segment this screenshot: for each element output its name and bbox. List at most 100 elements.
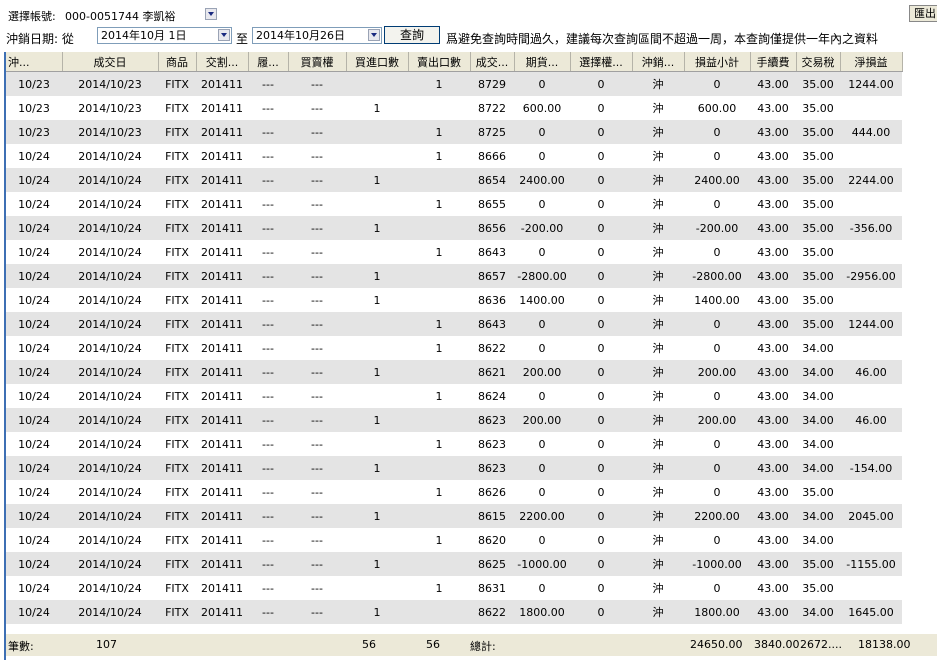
- table-cell: ---: [288, 384, 346, 408]
- table-cell: 2014/10/23: [62, 96, 158, 120]
- table-row[interactable]: 10/24 2014/10/24 FITX 201411 --- --- 1 8643 0 0 沖 0…: [6, 312, 902, 336]
- table-cell: ---: [248, 600, 288, 624]
- table-cell: 1800.00: [684, 600, 750, 624]
- query-button[interactable]: 查詢: [384, 26, 440, 44]
- table-cell: [346, 432, 408, 456]
- column-header[interactable]: 選擇權...: [570, 52, 633, 72]
- table-cell: 沖: [632, 264, 684, 288]
- column-header[interactable]: 商品: [158, 52, 197, 72]
- table-cell: 201411: [196, 552, 248, 576]
- table-cell: 10/24: [6, 552, 62, 576]
- column-header[interactable]: 淨損益: [840, 52, 903, 72]
- table-cell: ---: [248, 480, 288, 504]
- table-cell: 201411: [196, 384, 248, 408]
- table-row[interactable]: 10/23 2014/10/23 FITX 201411 --- --- 1 8722 600.…: [6, 96, 902, 120]
- table-cell: 8657: [470, 264, 514, 288]
- table-cell: [840, 96, 902, 120]
- table-cell: 8620: [470, 528, 514, 552]
- account-select[interactable]: 000-0051744 李凱裕: [65, 8, 175, 24]
- table-cell: [408, 96, 470, 120]
- column-header[interactable]: 買進口數: [346, 52, 409, 72]
- table-cell: [840, 288, 902, 312]
- table-cell: 43.00: [750, 144, 796, 168]
- table-cell: 沖: [632, 504, 684, 528]
- column-header[interactable]: 損益小計: [684, 52, 751, 72]
- table-cell: 1: [408, 240, 470, 264]
- table-cell: 2014/10/24: [62, 432, 158, 456]
- table-cell: 34.00: [796, 408, 840, 432]
- table-cell: [408, 552, 470, 576]
- date-from-picker[interactable]: 2014年10月 1日: [97, 27, 232, 44]
- table-cell: 2014/10/24: [62, 144, 158, 168]
- table-cell: 1400.00: [514, 288, 570, 312]
- table-row[interactable]: 10/24 2014/10/24 FITX 201411 --- --- 1 8666 0 0 沖 0…: [6, 144, 902, 168]
- table-cell: 35.00: [796, 552, 840, 576]
- table-row[interactable]: 10/24 2014/10/24 FITX 201411 --- --- 1 8623 0 0 沖 0…: [6, 432, 902, 456]
- table-cell: 0: [570, 264, 632, 288]
- column-header[interactable]: 買賣權: [288, 52, 347, 72]
- column-header[interactable]: 沖銷...: [632, 52, 685, 72]
- table-row[interactable]: 10/24 2014/10/24 FITX 201411 --- --- 1 8622 0 0 沖 0…: [6, 336, 902, 360]
- table-row[interactable]: 10/24 2014/10/24 FITX 201411 --- --- 1 8625 -100…: [6, 552, 902, 576]
- table-cell: ---: [248, 456, 288, 480]
- date-from-dropdown-button[interactable]: [218, 29, 230, 41]
- table-row[interactable]: 10/24 2014/10/24 FITX 201411 --- --- 1 8643 0 0 沖 0…: [6, 240, 902, 264]
- table-cell: 201411: [196, 312, 248, 336]
- table-row[interactable]: 10/24 2014/10/24 FITX 201411 --- --- 1 8656 -200…: [6, 216, 902, 240]
- table-cell: ---: [248, 240, 288, 264]
- column-header[interactable]: 沖...: [6, 52, 63, 72]
- table-row[interactable]: 10/24 2014/10/24 FITX 201411 --- --- 1 8626 0 0 沖 0…: [6, 480, 902, 504]
- table-cell: 1: [346, 288, 408, 312]
- table-row[interactable]: 10/24 2014/10/24 FITX 201411 --- --- 1 8620 0 0 沖 0…: [6, 528, 902, 552]
- table-row[interactable]: 10/24 2014/10/24 FITX 201411 --- --- 1 8624 0 0 沖 0…: [6, 384, 902, 408]
- table-cell: 43.00: [750, 360, 796, 384]
- table-cell: 10/24: [6, 576, 62, 600]
- column-header[interactable]: 成交...: [470, 52, 515, 72]
- table-cell: [840, 432, 902, 456]
- table-cell: -154.00: [840, 456, 902, 480]
- table-cell: ---: [248, 264, 288, 288]
- table-cell: 10/24: [6, 600, 62, 624]
- account-dropdown-button[interactable]: [205, 8, 217, 20]
- table-row[interactable]: 10/24 2014/10/24 FITX 201411 --- --- 1 8623 0 0 沖 0…: [6, 456, 902, 480]
- column-header[interactable]: 手續費: [750, 52, 797, 72]
- table-cell: -200.00: [684, 216, 750, 240]
- table-cell: 1800.00: [514, 600, 570, 624]
- table-cell: 1: [408, 312, 470, 336]
- table-cell: 201411: [196, 71, 248, 96]
- column-header[interactable]: 交易稅: [796, 52, 841, 72]
- table-row[interactable]: 10/24 2014/10/24 FITX 201411 --- --- 1 8621 200.…: [6, 360, 902, 384]
- table-row[interactable]: 10/24 2014/10/24 FITX 201411 --- --- 1 8615 2200…: [6, 504, 902, 528]
- table-cell: 43.00: [750, 216, 796, 240]
- column-header[interactable]: 交割...: [196, 52, 249, 72]
- table-row[interactable]: 10/24 2014/10/24 FITX 201411 --- --- 1 8631 0 0 沖 0…: [6, 576, 902, 600]
- column-header[interactable]: 期貨...: [514, 52, 571, 72]
- table-cell: 0: [570, 96, 632, 120]
- table-cell: 2014/10/24: [62, 528, 158, 552]
- table-cell: 0: [514, 576, 570, 600]
- trade-grid[interactable]: 沖... 成交日 商品 交割... 履... 買賣權 買進口數 賣出口數 成交... 期貨... 選…: [6, 52, 937, 632]
- table-cell: 34.00: [796, 360, 840, 384]
- date-to-picker[interactable]: 2014年10月26日: [252, 27, 382, 44]
- table-row[interactable]: 10/23 2014/10/23 FITX 201411 --- --- 1 8725 0 0 沖 0…: [6, 120, 902, 144]
- table-cell: 2200.00: [684, 504, 750, 528]
- table-cell: 8666: [470, 144, 514, 168]
- column-header[interactable]: 成交日: [62, 52, 159, 72]
- table-row[interactable]: 10/23 2014/10/23 FITX 201411 --- --- 1 8729 0 0 沖 0…: [6, 71, 902, 96]
- table-cell: 0: [570, 528, 632, 552]
- table-row[interactable]: 10/24 2014/10/24 FITX 201411 --- --- 1 8657 -280…: [6, 264, 902, 288]
- table-cell: ---: [288, 600, 346, 624]
- column-header[interactable]: 履...: [248, 52, 289, 72]
- table-cell: 1645.00: [840, 600, 902, 624]
- table-row[interactable]: 10/24 2014/10/24 FITX 201411 --- --- 1 8623 200.…: [6, 408, 902, 432]
- table-row[interactable]: 10/24 2014/10/24 FITX 201411 --- --- 1 8636 1400…: [6, 288, 902, 312]
- table-cell: 0: [570, 144, 632, 168]
- table-cell: 34.00: [796, 600, 840, 624]
- export-button[interactable]: 匯出: [909, 5, 937, 22]
- table-row[interactable]: 10/24 2014/10/24 FITX 201411 --- --- 1 8654 2400…: [6, 168, 902, 192]
- date-to-dropdown-button[interactable]: [368, 29, 380, 41]
- table-row[interactable]: 10/24 2014/10/24 FITX 201411 --- --- 1 8622 1800…: [6, 600, 902, 624]
- column-header[interactable]: 賣出口數: [408, 52, 471, 72]
- table-row[interactable]: 10/24 2014/10/24 FITX 201411 --- --- 1 8655 0 0 沖 0…: [6, 192, 902, 216]
- table-cell: 2014/10/24: [62, 336, 158, 360]
